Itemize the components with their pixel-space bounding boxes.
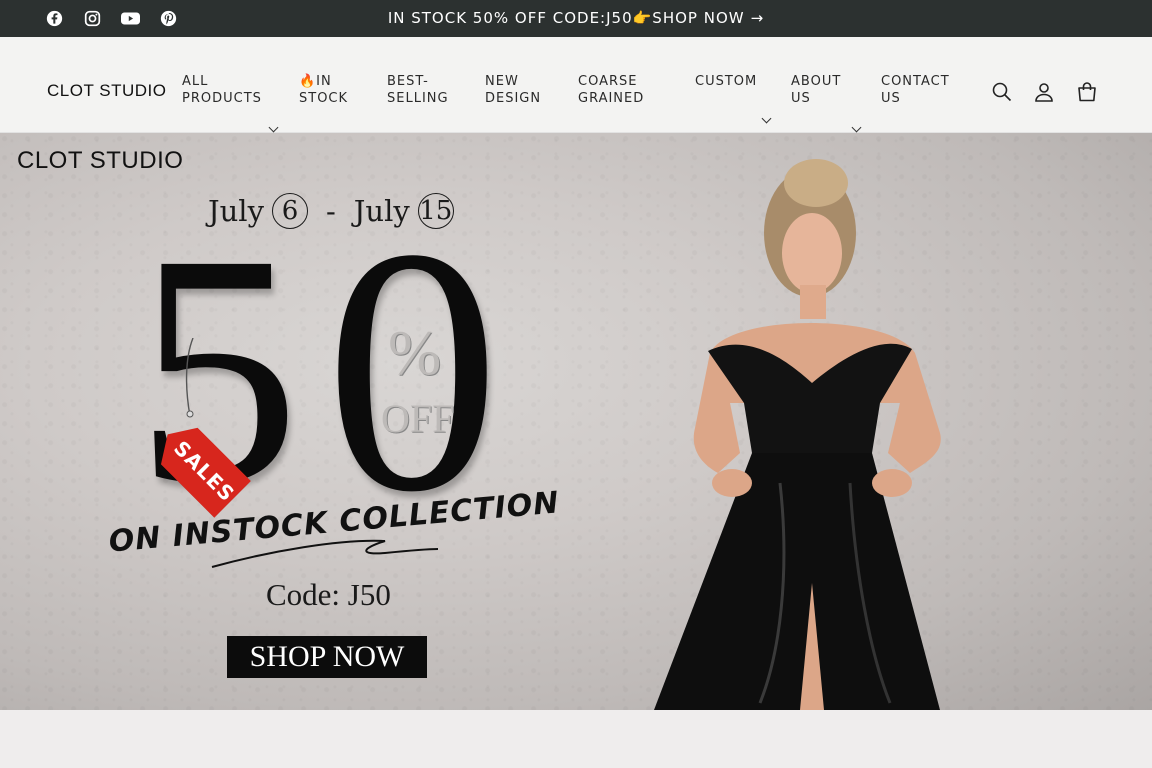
nav-new-design[interactable]: NEW DESIGN bbox=[485, 73, 541, 107]
nav-custom[interactable]: CUSTOM bbox=[695, 73, 757, 90]
site-header: CLOT STUDIO ALL PRODUCTS 🔥IN STOCK BEST-… bbox=[0, 37, 1152, 133]
nav-contact-us[interactable]: CONTACT US bbox=[881, 73, 950, 107]
nav-all-products[interactable]: ALL PRODUCTS bbox=[182, 73, 262, 107]
promo-code: Code: J50 bbox=[266, 577, 391, 612]
model-photo bbox=[654, 159, 941, 710]
arrow-right-icon: → bbox=[750, 9, 765, 27]
nav-label: BEST- SELLING bbox=[387, 74, 449, 106]
chevron-down-icon bbox=[851, 122, 862, 133]
nav-label: ABOUT US bbox=[791, 74, 842, 106]
off-text: OFF bbox=[381, 396, 455, 441]
nav-in-stock[interactable]: 🔥IN STOCK bbox=[299, 73, 348, 107]
nav-label: NEW DESIGN bbox=[485, 74, 542, 106]
percent-sign: % bbox=[388, 317, 442, 388]
chevron-down-icon bbox=[268, 122, 279, 133]
nav-label: 🔥IN STOCK bbox=[299, 74, 349, 106]
search-icon[interactable] bbox=[990, 80, 1014, 104]
nav-coarse-grained[interactable]: COARSE GRAINED bbox=[578, 73, 644, 107]
announcement-text: IN STOCK 50% OFF CODE:J50👉SHOP NOW bbox=[387, 9, 745, 27]
announcement-bar: IN STOCK 50% OFF CODE:J50👉SHOP NOW → bbox=[0, 0, 1152, 37]
chevron-down-icon bbox=[761, 113, 772, 124]
site-logo[interactable]: CLOT STUDIO bbox=[47, 81, 166, 101]
account-icon[interactable] bbox=[1032, 80, 1056, 104]
nav-label: CUSTOM bbox=[695, 74, 758, 89]
nav-label: COARSE GRAINED bbox=[578, 74, 645, 106]
nav-label: ALL PRODUCTS bbox=[182, 74, 262, 106]
nav-label: CONTACT US bbox=[881, 74, 950, 106]
cart-icon[interactable] bbox=[1075, 80, 1099, 104]
swoosh-underline-icon bbox=[211, 539, 439, 568]
below-hero-section bbox=[0, 710, 1152, 768]
nav-about-us[interactable]: ABOUT US bbox=[791, 73, 841, 107]
tag-string-icon bbox=[185, 338, 194, 418]
nav-best-selling[interactable]: BEST- SELLING bbox=[387, 73, 449, 107]
hero-logo: CLOT STUDIO bbox=[17, 147, 184, 174]
announcement-link[interactable]: IN STOCK 50% OFF CODE:J50👉SHOP NOW → bbox=[0, 9, 1152, 27]
shop-now-button[interactable]: SHOP NOW bbox=[227, 636, 427, 678]
hero-banner[interactable]: CLOT STUDIO July 6 - July 15 5 0 % OFF S… bbox=[0, 133, 1152, 710]
